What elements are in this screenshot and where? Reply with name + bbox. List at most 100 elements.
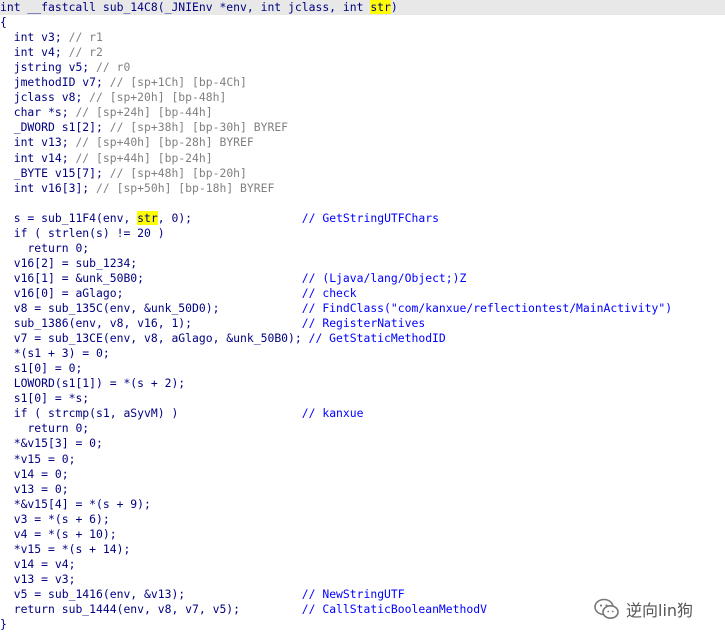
code-text: v13 = v3;	[13, 571, 76, 586]
code-comment: // GetStringUTFChars	[301, 210, 439, 225]
code-text: s1[0] = *s;	[13, 391, 90, 406]
code-text: v8 = sub_135C(env, &unk_50D0);	[13, 301, 220, 315]
code-text: if ( strcmp(s1, aSyvM) )	[13, 406, 179, 421]
code-line[interactable]: sub_1386(env, v8, v16, 1); // RegisterNa…	[0, 316, 725, 331]
code-line[interactable]: int v14; // [sp+44h] [bp-24h]	[0, 151, 725, 166]
code-comment: // GetStaticMethodID	[308, 331, 446, 346]
code-line[interactable]: int v16[3]; // [sp+50h] [bp-18h] BYREF	[0, 181, 725, 196]
code-line[interactable]: v3 = *(s + 6);	[0, 512, 725, 527]
code-comment: // CallStaticBooleanMethodV	[301, 602, 487, 616]
code-line[interactable]: s1[0] = 0;	[0, 361, 725, 376]
code-text: , 0);	[157, 210, 193, 225]
code-line[interactable]: LOWORD(s1[1]) = *(s + 2);	[0, 376, 725, 391]
highlighted-identifier: str	[370, 0, 391, 14]
code-text: *v15 = 0;	[13, 451, 76, 466]
code-text: s = sub_11F4(env,	[13, 210, 138, 225]
code-text: v3 = *(s + 6);	[13, 511, 110, 526]
code-line[interactable]: int v4; // r2	[0, 45, 725, 60]
code-text: int v13;	[13, 135, 76, 150]
code-text: s1[0] = 0;	[13, 361, 83, 376]
declaration-comment: // [sp+48h] [bp-20h]	[109, 165, 247, 180]
code-text: int v14;	[13, 150, 76, 165]
code-text: *v15 = *(s + 14);	[13, 541, 131, 556]
code-line[interactable]: v16[0] = aGlago; // check	[0, 286, 725, 301]
code-line[interactable]: jstring v5; // r0	[0, 60, 725, 75]
code-text: *&v15[3] = 0;	[13, 436, 103, 451]
code-text: jstring v5;	[13, 60, 97, 75]
code-text: _DWORD s1[2];	[13, 120, 110, 135]
declaration-comment: // r0	[96, 60, 131, 75]
code-text: )	[390, 0, 398, 14]
code-text: sub_1386(env, v8, v16, 1);	[13, 316, 193, 331]
code-line[interactable]: *(s1 + 3) = 0;	[0, 346, 725, 361]
code-text: v4 = *(s + 10);	[13, 526, 117, 541]
code-text: return sub_1444(env, v8, v7, v5);	[13, 602, 241, 616]
code-text: v14 = v4;	[13, 556, 76, 571]
code-text: jclass v8;	[13, 90, 90, 105]
highlighted-identifier: str	[137, 210, 158, 225]
code-line[interactable]: v13 = 0;	[0, 482, 725, 497]
code-text: v13 = 0;	[13, 481, 69, 496]
code-line[interactable]: return 0;	[0, 241, 725, 256]
code-line[interactable]: _BYTE v15[7]; // [sp+48h] [bp-20h]	[0, 166, 725, 181]
code-line[interactable]: return 0;	[0, 421, 725, 436]
code-text: v16[1] = &unk_50B0;	[13, 270, 145, 285]
code-comment: // RegisterNatives	[301, 316, 426, 331]
code-comment: // kanxue	[301, 406, 364, 421]
wechat-icon	[594, 598, 619, 619]
code-line[interactable]: *&v15[3] = 0;	[0, 436, 725, 451]
code-line[interactable]: v16[1] = &unk_50B0; // (Ljava/lang/Objec…	[0, 271, 725, 286]
code-line[interactable]: v16[2] = sub_1234;	[0, 256, 725, 271]
code-text: }	[0, 617, 7, 632]
declaration-comment: // [sp+40h] [bp-28h] BYREF	[75, 135, 254, 150]
function-signature-line[interactable]: int __fastcall sub_14C8(_JNIEnv *env, in…	[0, 0, 725, 15]
code-line[interactable]: int v3; // r1	[0, 30, 725, 45]
code-line[interactable]: s = sub_11F4(env, str, 0); // GetStringU…	[0, 210, 725, 226]
code-line[interactable]: v8 = sub_135C(env, &unk_50D0); // FindCl…	[0, 301, 725, 316]
code-line[interactable]	[0, 196, 725, 211]
code-comment: // (Ljava/lang/Object;)Z	[301, 270, 467, 285]
code-comment: // NewStringUTF	[301, 586, 405, 601]
code-text: _BYTE v15[7];	[13, 165, 110, 180]
code-line[interactable]: s1[0] = *s;	[0, 391, 725, 406]
code-line[interactable]: v13 = v3;	[0, 572, 725, 587]
code-text: *(s1 + 3) = 0;	[13, 346, 110, 361]
code-text: v14 = 0;	[13, 466, 69, 481]
code-text: v16[2] = sub_1234;	[13, 255, 138, 270]
declaration-comment: // [sp+20h] [bp-48h]	[89, 90, 227, 105]
code-text: v16[0] = aGlago;	[13, 285, 124, 300]
code-text: int v16[3];	[13, 180, 97, 195]
code-line[interactable]: v14 = v4;	[0, 557, 725, 572]
declaration-comment: // r2	[68, 45, 103, 60]
code-line[interactable]: if ( strcmp(s1, aSyvM) ) // kanxue	[0, 406, 725, 421]
declaration-comment: // [sp+50h] [bp-18h] BYREF	[96, 180, 275, 195]
watermark: 逆向lin狗	[594, 596, 724, 622]
code-text: v7 = sub_13CE(env, v8, aGlago, &unk_50B0…	[13, 331, 302, 346]
code-text: if ( strlen(s) != 20 )	[13, 225, 165, 240]
declaration-comment: // [sp+1Ch] [bp-4Ch]	[109, 75, 247, 90]
declaration-comment: // [sp+24h] [bp-44h]	[75, 105, 213, 120]
code-line[interactable]: jclass v8; // [sp+20h] [bp-48h]	[0, 90, 725, 105]
code-line[interactable]: if ( strlen(s) != 20 )	[0, 226, 725, 241]
code-text: int v3;	[13, 30, 69, 45]
code-line[interactable]: int v13; // [sp+40h] [bp-28h] BYREF	[0, 135, 725, 150]
code-line[interactable]: _DWORD s1[2]; // [sp+38h] [bp-30h] BYREF	[0, 120, 725, 135]
declaration-comment: // [sp+38h] [bp-30h] BYREF	[109, 120, 289, 135]
code-line[interactable]: char *s; // [sp+24h] [bp-44h]	[0, 105, 725, 120]
code-line[interactable]: *v15 = *(s + 14);	[0, 542, 725, 557]
code-text: v5 = sub_1416(env, &v13);	[13, 586, 186, 601]
code-line[interactable]: v7 = sub_13CE(env, v8, aGlago, &unk_50B0…	[0, 331, 725, 346]
declaration-comment: // r1	[68, 30, 103, 45]
code-line[interactable]: *&v15[4] = *(s + 9);	[0, 497, 725, 512]
code-line[interactable]: *v15 = 0;	[0, 452, 725, 467]
code-line[interactable]: jmethodID v7; // [sp+1Ch] [bp-4Ch]	[0, 75, 725, 90]
code-text: char *s;	[13, 105, 76, 120]
code-line[interactable]: v14 = 0;	[0, 467, 725, 482]
watermark-text: 逆向lin狗	[626, 601, 694, 620]
code-text: LOWORD(s1[1]) = *(s + 2);	[13, 376, 186, 391]
code-text: int __fastcall sub_14C8(_JNIEnv *env, in…	[0, 0, 371, 14]
code-line[interactable]: {	[0, 15, 725, 30]
code-line[interactable]: v4 = *(s + 10);	[0, 527, 725, 542]
code-text: *&v15[4] = *(s + 9);	[13, 496, 151, 511]
code-comment: // check	[301, 285, 357, 300]
